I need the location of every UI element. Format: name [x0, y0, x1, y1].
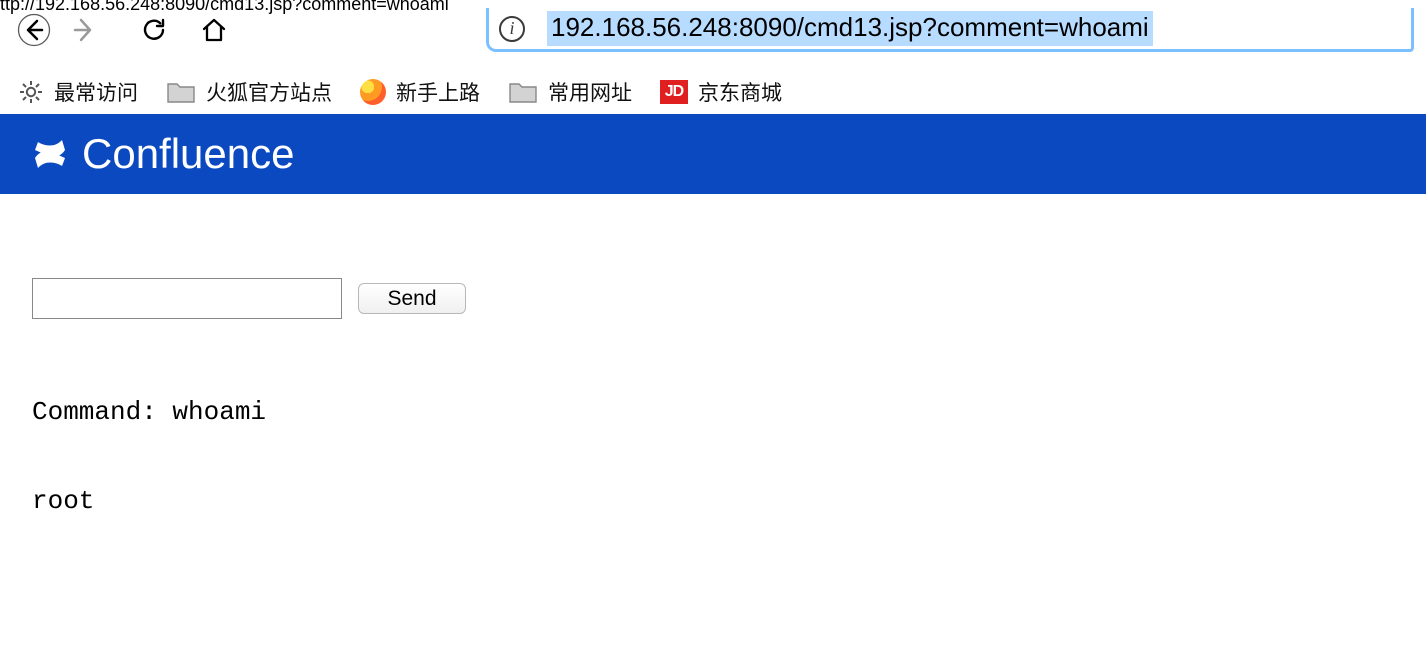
bookmark-label: 常用网址 [548, 77, 632, 107]
confluence-logo[interactable]: Confluence [32, 130, 294, 178]
command-form: Send [32, 278, 466, 319]
gear-icon [18, 79, 44, 105]
bookmark-most-visited[interactable]: 最常访问 [18, 77, 138, 107]
arrow-right-icon [71, 15, 101, 45]
bookmark-jd-mall[interactable]: JD 京东商城 [660, 77, 782, 107]
reload-button[interactable] [132, 8, 176, 52]
site-info-icon[interactable]: i [499, 16, 525, 42]
bookmarks-bar: 最常访问 火狐官方站点 新手上路 常用网址 JD 京东商城 [0, 72, 1426, 112]
bookmark-label: 京东商城 [698, 77, 782, 107]
bookmark-label: 新手上路 [396, 77, 480, 107]
arrow-left-icon [17, 13, 51, 47]
command-output: root [32, 486, 466, 516]
bookmark-common-urls[interactable]: 常用网址 [508, 77, 632, 107]
app-header: Confluence [0, 114, 1426, 194]
confluence-wordmark: Confluence [82, 130, 294, 178]
bookmark-getting-started[interactable]: 新手上路 [360, 77, 480, 107]
jd-icon: JD [660, 80, 688, 104]
page-content: Send Command: whoami root [32, 278, 466, 516]
bookmark-firefox-official[interactable]: 火狐官方站点 [166, 77, 332, 107]
confluence-mark-icon [32, 136, 68, 172]
back-button[interactable] [12, 8, 56, 52]
command-input[interactable] [32, 278, 342, 319]
send-button[interactable]: Send [358, 283, 466, 314]
folder-icon [508, 80, 538, 104]
reload-icon [141, 17, 167, 43]
home-button[interactable] [192, 8, 236, 52]
home-icon [200, 16, 228, 44]
folder-icon [166, 80, 196, 104]
address-text: 192.168.56.248:8090/cmd13.jsp?comment=wh… [547, 11, 1153, 46]
forward-button[interactable] [64, 8, 108, 52]
firefox-icon [360, 79, 386, 105]
address-bar[interactable]: i 192.168.56.248:8090/cmd13.jsp?comment=… [486, 8, 1414, 52]
bookmark-label: 最常访问 [54, 77, 138, 107]
browser-toolbar: i 192.168.56.248:8090/cmd13.jsp?comment=… [0, 8, 1426, 52]
bookmark-label: 火狐官方站点 [206, 77, 332, 107]
command-echo: Command: whoami [32, 397, 466, 428]
